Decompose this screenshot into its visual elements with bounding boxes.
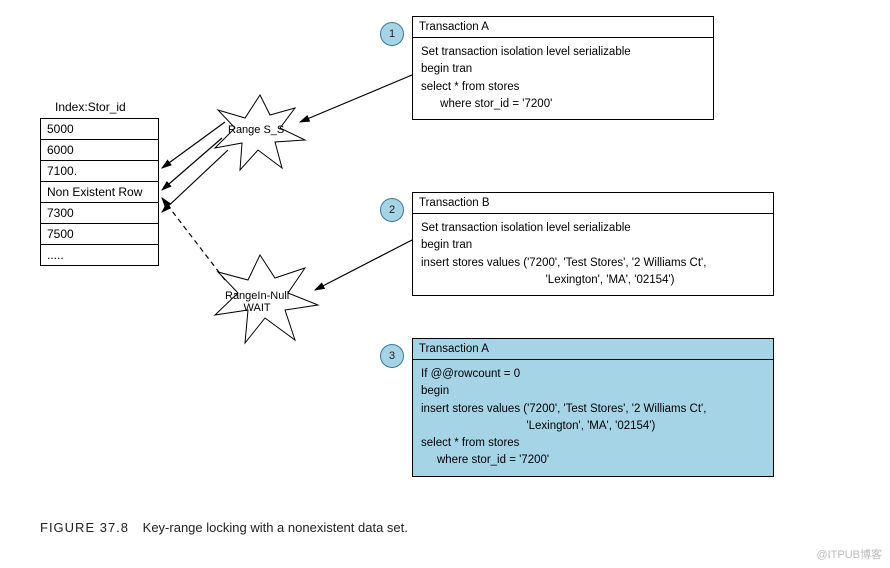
transaction-c-body: If @@rowcount = 0 begin insert stores va…: [413, 360, 773, 476]
transaction-b-header: Transaction B: [413, 193, 773, 214]
burst-label-range-ss: Range S_S: [228, 124, 284, 136]
table-row: 7500: [41, 224, 158, 245]
transaction-c-header: Transaction A: [413, 339, 773, 360]
table-row: .....: [41, 245, 158, 265]
watermark: @ITPUB博客: [816, 546, 882, 562]
table-row: 7300: [41, 203, 158, 224]
step-2-badge: 2: [380, 198, 404, 222]
transaction-a-header: Transaction A: [413, 17, 713, 38]
figure-caption: FIGURE 37.8 Key-range locking with a non…: [40, 520, 408, 535]
index-header: Index:Stor_id: [55, 100, 126, 114]
table-row: 7100.: [41, 161, 158, 182]
burst-label-rangein-null: RangeIn-Null WAIT: [225, 290, 289, 314]
transaction-a-box: Transaction A Set transaction isolation …: [412, 16, 714, 120]
step-1-badge: 1: [380, 22, 404, 46]
index-table: 5000 6000 7100. Non Existent Row 7300 75…: [40, 118, 159, 266]
figure-number: FIGURE 37.8: [40, 520, 129, 535]
transaction-a-body: Set transaction isolation level serializ…: [413, 38, 713, 119]
table-row: 6000: [41, 140, 158, 161]
transaction-b-box: Transaction B Set transaction isolation …: [412, 192, 774, 296]
figure-text: Key-range locking with a nonexistent dat…: [143, 520, 408, 535]
table-row: Non Existent Row: [41, 182, 158, 203]
step-3-badge: 3: [380, 344, 404, 368]
table-row: 5000: [41, 119, 158, 140]
transaction-b-body: Set transaction isolation level serializ…: [413, 214, 773, 295]
transaction-c-box: Transaction A If @@rowcount = 0 begin in…: [412, 338, 774, 477]
